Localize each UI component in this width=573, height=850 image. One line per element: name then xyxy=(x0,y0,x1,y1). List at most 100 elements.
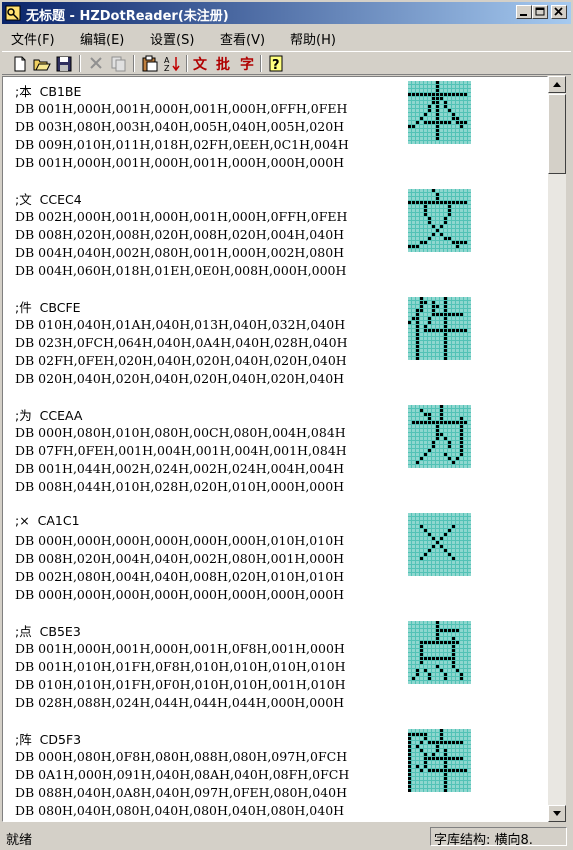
glyph-pixel xyxy=(432,661,435,664)
glyph-pixel xyxy=(428,465,431,468)
glyph-pixel xyxy=(448,777,451,780)
menu-view[interactable]: 查看(V) xyxy=(220,29,265,48)
glyph-pixel xyxy=(416,329,419,332)
glyph-pixel xyxy=(440,425,443,428)
delete-icon[interactable] xyxy=(86,54,106,73)
help-icon[interactable]: ? xyxy=(266,54,286,73)
glyph-pixel xyxy=(428,81,431,84)
glyph-pixel xyxy=(436,453,439,456)
menu-edit[interactable]: 编辑(E) xyxy=(80,29,124,48)
glyph-entry: ;件 CBCFE DB 010H,040H,01AH,040H,013H,040H… xyxy=(15,297,535,405)
glyph-pixel xyxy=(436,189,439,192)
glyph-pixel xyxy=(420,529,423,532)
glyph-pixel xyxy=(440,433,443,436)
new-file-icon[interactable] xyxy=(10,54,30,73)
glyph-pixel xyxy=(428,189,431,192)
glyph-pixel xyxy=(436,221,439,224)
db-data-line: DB 002H,000H,001H,000H,001H,000H,0FFH,0F… xyxy=(15,209,348,224)
glyph-pixel xyxy=(452,457,455,460)
glyph-pixel xyxy=(440,633,443,636)
glyph-pixel xyxy=(412,513,415,516)
sort-icon[interactable]: AZ xyxy=(162,54,182,73)
glyph-pixel xyxy=(416,249,419,252)
glyph-pixel xyxy=(408,125,411,128)
glyph-pixel xyxy=(464,629,467,632)
glyph-pixel xyxy=(432,449,435,452)
close-button[interactable] xyxy=(551,5,567,19)
glyph-pixel xyxy=(456,753,459,756)
scroll-down-button[interactable] xyxy=(548,805,566,822)
glyph-pixel xyxy=(436,513,439,516)
glyph-pixel xyxy=(448,81,451,84)
glyph-pixel xyxy=(444,569,447,572)
vertical-scrollbar[interactable] xyxy=(548,76,566,822)
glyph-pixel xyxy=(416,81,419,84)
maximize-button[interactable] xyxy=(532,5,548,19)
glyph-pixel xyxy=(464,533,467,536)
glyph-pixel xyxy=(468,141,471,144)
glyph-pixel xyxy=(412,733,415,736)
glyph-pixel xyxy=(436,321,439,324)
glyph-pixel xyxy=(448,353,451,356)
title-bar[interactable]: 无标题 - HZDotReader(未注册) xyxy=(2,2,571,24)
save-icon[interactable] xyxy=(54,54,74,73)
glyph-pixel xyxy=(416,453,419,456)
glyph-pixel xyxy=(440,517,443,520)
app-key-icon[interactable] xyxy=(5,5,21,21)
glyph-pixel xyxy=(448,429,451,432)
glyph-pixel xyxy=(444,573,447,576)
glyph-pixel xyxy=(408,93,411,96)
menu-help[interactable]: 帮助(H) xyxy=(290,29,336,48)
toolbar-text-button-zi[interactable]: 字 xyxy=(240,54,254,74)
glyph-pixel xyxy=(420,429,423,432)
glyph-pixel xyxy=(460,661,463,664)
glyph-pixel xyxy=(460,133,463,136)
glyph-pixel xyxy=(440,773,443,776)
glyph-pixel xyxy=(420,137,423,140)
glyph-pixel xyxy=(432,653,435,656)
glyph-pixel xyxy=(408,317,411,320)
glyph-pixel xyxy=(436,537,439,540)
glyph-pixel xyxy=(456,417,459,420)
glyph-pixel xyxy=(440,557,443,560)
glyph-pixel xyxy=(452,645,455,648)
glyph-pixel xyxy=(436,781,439,784)
copy-icon[interactable] xyxy=(108,54,128,73)
toolbar-text-button-wen[interactable]: 文 xyxy=(193,54,207,74)
glyph-pixel xyxy=(452,625,455,628)
glyph-pixel xyxy=(452,101,455,104)
glyph-pixel xyxy=(460,129,463,132)
paste-icon[interactable] xyxy=(140,54,160,73)
glyph-pixel xyxy=(436,97,439,100)
scroll-thumb[interactable] xyxy=(548,94,566,174)
glyph-pixel xyxy=(452,545,455,548)
glyph-pixel xyxy=(436,297,439,300)
glyph-pixel xyxy=(456,233,459,236)
glyph-pixel xyxy=(448,677,451,680)
glyph-pixel xyxy=(432,101,435,104)
glyph-pixel xyxy=(428,641,431,644)
glyph-pixel xyxy=(432,105,435,108)
toolbar: AZ 文 批 字 ? xyxy=(2,51,571,75)
glyph-pixel xyxy=(416,445,419,448)
open-folder-icon[interactable] xyxy=(32,54,52,73)
minimize-button[interactable] xyxy=(516,5,532,19)
glyph-pixel xyxy=(440,405,443,408)
glyph-pixel xyxy=(412,461,415,464)
menu-settings[interactable]: 设置(S) xyxy=(150,29,194,48)
glyph-pixel xyxy=(420,117,423,120)
glyph-pixel xyxy=(464,121,467,124)
menu-file[interactable]: 文件(F) xyxy=(11,29,55,48)
font-data-editor[interactable]: ;本 CB1BE DB 001H,000H,001H,000H,001H,000H… xyxy=(2,76,548,822)
glyph-pixel xyxy=(444,461,447,464)
toolbar-text-button-pi[interactable]: 批 xyxy=(216,54,230,74)
glyph-pixel xyxy=(428,633,431,636)
glyph-pixel xyxy=(468,785,471,788)
scroll-up-button[interactable] xyxy=(548,76,566,93)
glyph-pixel xyxy=(452,225,455,228)
glyph-pixel xyxy=(412,649,415,652)
glyph-pixel xyxy=(468,533,471,536)
glyph-pixel xyxy=(456,649,459,652)
glyph-pixel xyxy=(468,97,471,100)
glyph-pixel xyxy=(460,557,463,560)
